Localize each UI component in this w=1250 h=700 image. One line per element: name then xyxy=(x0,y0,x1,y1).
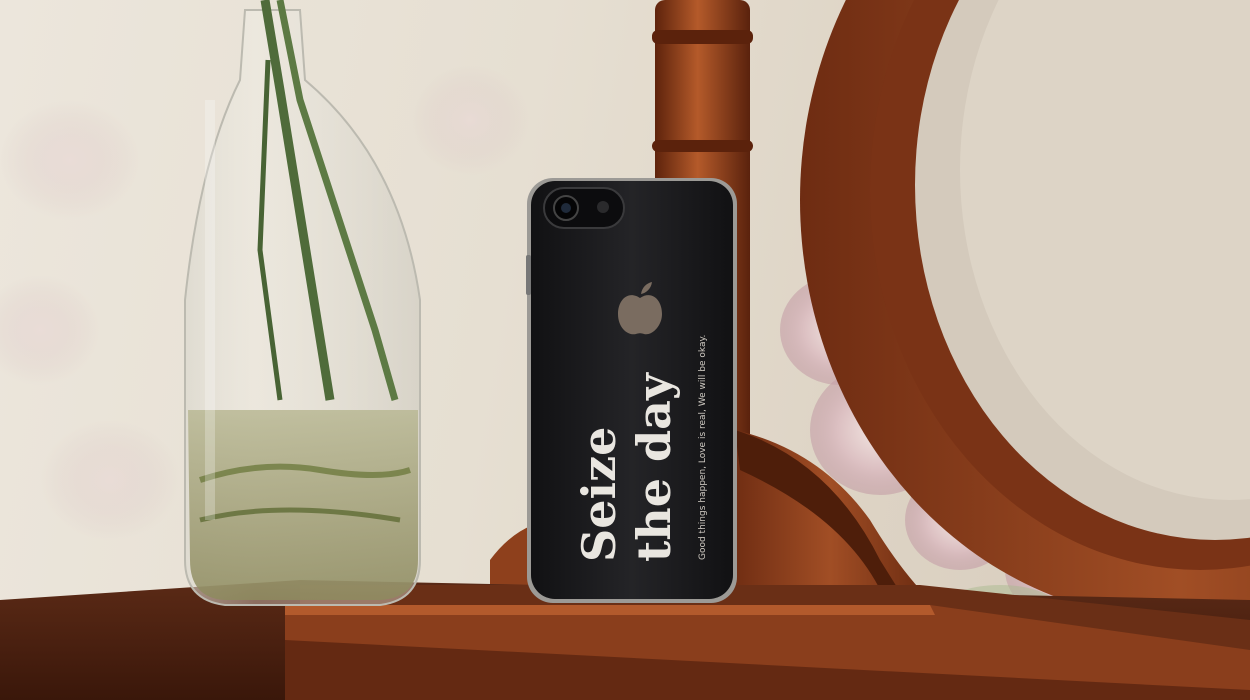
tagline: Good things happen, Love is real, We wil… xyxy=(698,335,708,560)
scene-illustration: Seize the day Good things happen, Love i… xyxy=(0,0,1250,700)
phone: Seize the day Good things happen, Love i… xyxy=(526,178,737,603)
headline-line2: the day xyxy=(627,372,681,562)
camera-icon xyxy=(543,187,625,229)
photo-scene: Seize the day Good things happen, Love i… xyxy=(0,0,1250,700)
headline-line1: Seize xyxy=(572,427,626,562)
glass-vase xyxy=(184,0,421,606)
